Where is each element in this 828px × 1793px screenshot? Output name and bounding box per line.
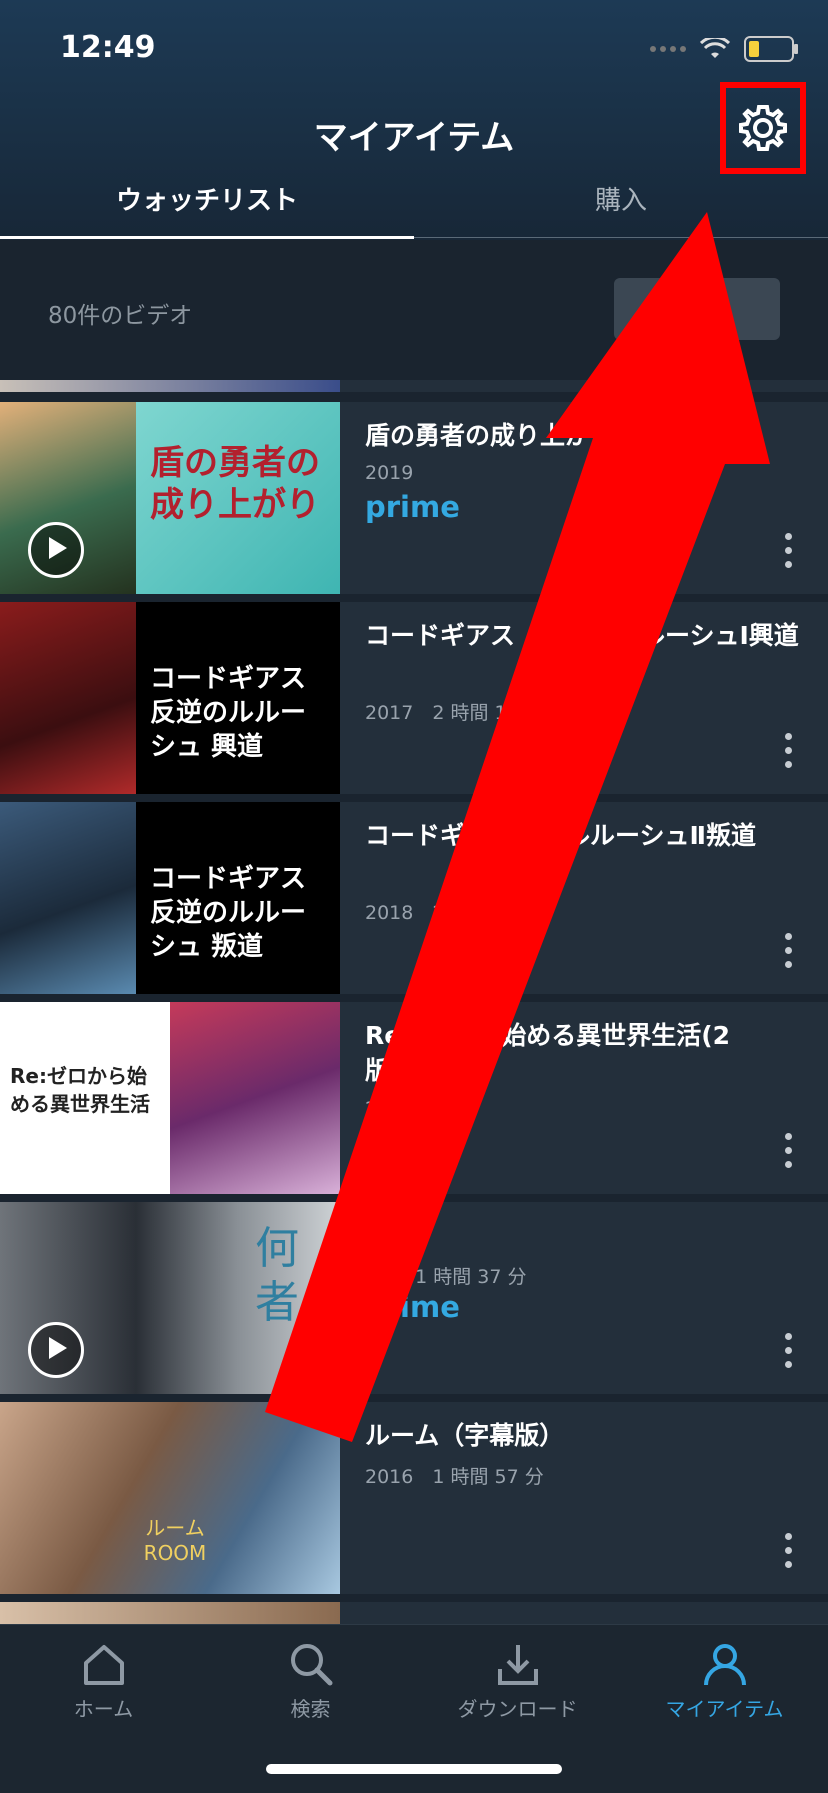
thumbnail-caption: 盾の勇者の成り上がり <box>150 443 320 525</box>
signal-icon <box>650 46 686 52</box>
person-icon <box>703 1644 746 1686</box>
thumbnail-caption: 何者 <box>255 1223 299 1328</box>
thumbnail <box>0 380 340 392</box>
tab-divider <box>414 237 828 238</box>
more-options-icon[interactable] <box>785 733 792 768</box>
list-item[interactable]: コードギアス 反逆のルルーシュ 叛道 コードギ 反逆のルルーシュⅡ叛道 2018… <box>0 802 828 994</box>
list-item[interactable]: ルーム ROOM ルーム（字幕版） 2016 1 時間 57 分 <box>0 1402 828 1594</box>
settings-button[interactable] <box>720 82 806 174</box>
nav-home-label: ホーム <box>73 1697 134 1721</box>
nav-my-items-label: マイアイテム <box>665 1697 784 1721</box>
wifi-icon <box>700 38 730 58</box>
item-title: コードギ 反逆のルルーシュⅡ叛道 <box>365 821 756 850</box>
nav-home[interactable]: ホーム <box>0 1641 207 1722</box>
prime-badge: prime <box>365 1290 460 1324</box>
item-meta: 2016 1 時間 57 分 <box>365 1466 544 1488</box>
battery-icon <box>744 36 798 62</box>
item-title: 盾の勇者の成り上が <box>365 421 591 450</box>
item-meta: 2019 <box>365 462 414 484</box>
play-icon[interactable] <box>28 1322 84 1378</box>
item-meta: 2018 2 分 <box>365 902 521 924</box>
thumbnail-caption: コードギアス 反逆のルルーシュ 興道 <box>150 664 307 762</box>
download-icon <box>497 1645 538 1685</box>
nav-search-label: 検索 <box>290 1697 331 1721</box>
more-options-icon[interactable] <box>785 533 792 568</box>
status-time: 12:49 <box>60 30 156 65</box>
play-icon[interactable] <box>28 522 84 578</box>
active-tab-indicator <box>0 236 414 239</box>
thumbnail-caption: コードギアス 反逆のルルーシュ 叛道 <box>150 864 307 962</box>
tab-watchlist[interactable]: ウォッチリスト <box>0 180 414 217</box>
nav-my-items[interactable]: マイアイテム <box>621 1641 828 1722</box>
home-indicator <box>266 1764 562 1774</box>
tab-purchase[interactable]: 購入 <box>414 180 828 217</box>
home-icon <box>83 1645 124 1685</box>
item-title: Re から始める異世界生活(2 版) <box>365 1021 781 1085</box>
search-icon <box>290 1644 332 1686</box>
thumbnail: 盾の勇者の成り上がり <box>0 402 340 594</box>
list-item[interactable]: 盾の勇者の成り上がり 盾の勇者の成り上が 2019 prime <box>0 402 828 594</box>
more-options-icon[interactable] <box>785 933 792 968</box>
page-title: マイアイテム <box>313 118 515 158</box>
item-meta: 2017 2 時間 15 <box>365 702 519 724</box>
nav-search[interactable]: 検索 <box>207 1641 414 1722</box>
more-options-icon[interactable] <box>785 1533 792 1568</box>
header: 12:49 マイアイテム ウォッチリスト 購入 <box>0 0 828 240</box>
item-title: コードギアス ルルルーシュⅠ興道 <box>365 621 799 650</box>
list-item[interactable]: 何者 者 6 1 時間 37 分 prime <box>0 1202 828 1394</box>
list-item[interactable]: コードギアス 反逆のルルーシュ 興道 コードギアス ルルルーシュⅠ興道 2017… <box>0 602 828 794</box>
thumbnail: 何者 <box>0 1202 340 1394</box>
list-item[interactable]: Re:ゼロから始める異世界生活 Re から始める異世界生活(2 版) 2 <box>0 1002 828 1194</box>
thumbnail: コードギアス 反逆のルルーシュ 叛道 <box>0 802 340 994</box>
item-title: ルーム（字幕版） <box>365 1421 565 1450</box>
thumbnail-caption: ルーム ROOM <box>143 1516 207 1565</box>
thumbnail: Re:ゼロから始める異世界生活 <box>0 1002 340 1194</box>
gear-icon <box>739 105 787 151</box>
prime-badge: prime <box>365 490 460 524</box>
thumbnail: コードギアス 反逆のルルーシュ 興道 <box>0 602 340 794</box>
video-count: 80件のビデオ <box>48 303 193 329</box>
more-options-icon[interactable] <box>785 1333 792 1368</box>
status-icons <box>650 36 798 62</box>
item-title: 者 <box>365 1221 416 1250</box>
list-item-partial <box>0 380 828 392</box>
item-meta: 2 <box>365 1098 378 1120</box>
thumbnail-caption: Re:ゼロから始める異世界生活 <box>10 1064 150 1116</box>
more-options-icon[interactable] <box>785 1133 792 1168</box>
item-meta: 6 1 時間 37 分 <box>365 1266 527 1288</box>
thumbnail <box>0 1602 340 1624</box>
nav-download[interactable]: ダウンロード <box>414 1641 621 1722</box>
nav-download-label: ダウンロード <box>457 1697 578 1721</box>
sort-button[interactable] <box>614 278 780 340</box>
thumbnail: ルーム ROOM <box>0 1402 340 1594</box>
list-item-partial <box>0 1602 828 1624</box>
